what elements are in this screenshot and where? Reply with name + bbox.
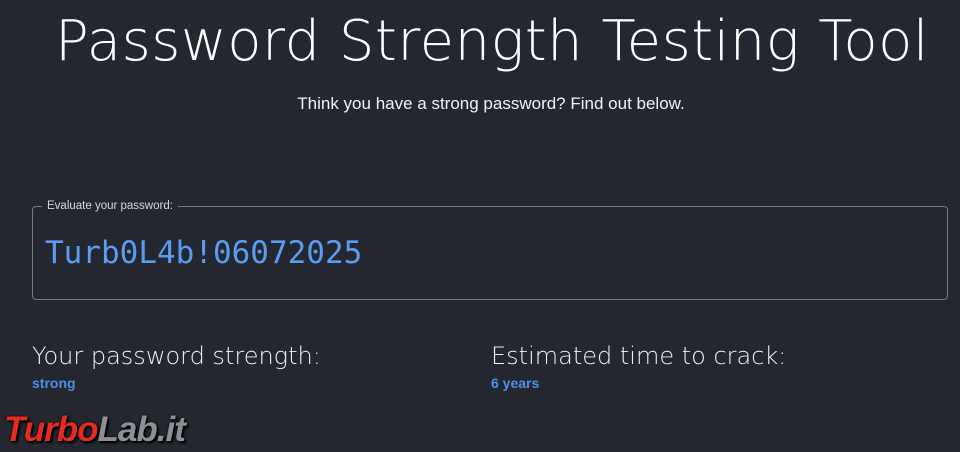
- turbolab-watermark-logo: TurboLab.it: [4, 410, 186, 450]
- strength-section: Your password strength: strong: [32, 338, 321, 392]
- crack-time-label: Estimated time to crack:: [491, 342, 787, 370]
- crack-time-value: 6 years: [491, 375, 540, 391]
- watermark-part-turbo: Turbo: [4, 410, 99, 449]
- password-field-legend: Evaluate your password:: [42, 198, 178, 214]
- strength-value: strong: [32, 375, 76, 391]
- watermark-part-lab: Lab.it: [97, 410, 186, 449]
- crack-time-section: Estimated time to crack: 6 years: [491, 338, 786, 392]
- page-title: Password Strength Testing Tool: [55, 9, 929, 74]
- page-subtitle: Think you have a strong password? Find o…: [297, 94, 685, 113]
- password-input[interactable]: [45, 229, 925, 277]
- strength-label: Your password strength:: [32, 342, 321, 370]
- password-fieldset: Evaluate your password:: [32, 198, 948, 300]
- password-tool-page: Password Strength Testing Tool Think you…: [0, 0, 960, 452]
